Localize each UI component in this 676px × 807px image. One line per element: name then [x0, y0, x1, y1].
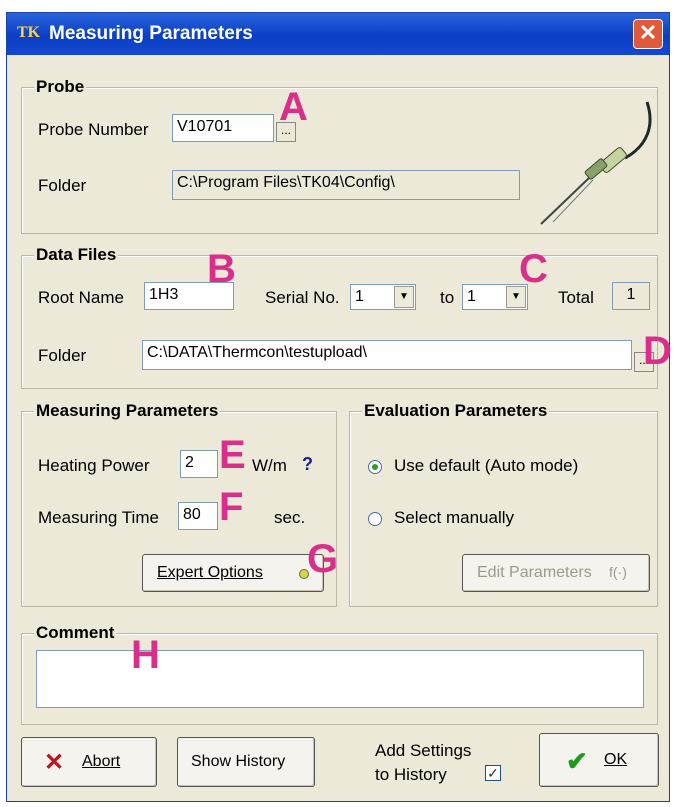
annotation-a: A [279, 85, 308, 129]
close-button[interactable]: ✕ [633, 19, 663, 49]
measuring-time-unit: sec. [274, 508, 306, 527]
annotation-b: B [207, 247, 236, 291]
root-name-label: Root Name [38, 288, 124, 307]
ok-button[interactable]: ✔ OK [539, 733, 659, 787]
annotation-e: E [219, 433, 246, 477]
show-history-label: Show History [191, 753, 286, 770]
probe-folder-label: Folder [38, 176, 87, 195]
data-folder-label: Folder [38, 346, 87, 365]
measuring-time-input[interactable]: 80 [178, 502, 218, 530]
measuring-parameters-group: Measuring Parameters Heating Power 2 W/m… [21, 401, 337, 607]
manual-mode-radio[interactable] [368, 512, 382, 526]
window-title: Measuring Parameters [49, 23, 253, 44]
help-icon[interactable]: ? [302, 454, 313, 475]
annotation-c: C [519, 247, 548, 291]
evaluation-parameters-title: Evaluation Parameters [362, 401, 550, 421]
manual-mode-label[interactable]: Select manually [394, 508, 514, 528]
data-folder-input[interactable]: C:\DATA\Thermcon\testupload\ [142, 340, 632, 370]
abort-label: Abort [82, 753, 121, 770]
annotation-g: G [307, 537, 339, 581]
ok-label: OK [604, 751, 628, 768]
auto-mode-radio[interactable] [368, 460, 382, 474]
to-label: to [440, 288, 455, 307]
total-label: Total [558, 288, 594, 307]
annotation-f: F [219, 485, 244, 529]
probe-group-title: Probe [34, 77, 87, 97]
heating-power-label: Heating Power [38, 456, 150, 475]
serial-no-label: Serial No. [265, 288, 340, 307]
data-files-group-title: Data Files [34, 245, 119, 265]
abort-button[interactable]: ✕ Abort [21, 737, 157, 787]
comment-title: Comment [34, 623, 117, 643]
probe-number-input[interactable]: V10701 [172, 114, 274, 142]
heating-power-unit: W/m [252, 456, 287, 475]
heating-power-input[interactable]: 2 [180, 450, 218, 478]
add-settings-checkbox[interactable]: ✓ [485, 765, 501, 781]
add-settings-label-line1: Add Settings [375, 741, 472, 760]
annotation-h: H [131, 633, 160, 677]
dropdown-arrow-icon[interactable]: ▼ [394, 286, 414, 308]
function-icon: f(·) [609, 564, 627, 580]
expert-options-button[interactable]: Expert Options [142, 554, 324, 592]
measuring-parameters-title: Measuring Parameters [34, 401, 221, 421]
checkmark-icon: ✔ [566, 746, 588, 776]
add-settings-label-line2: to History [375, 765, 447, 784]
data-files-group: Data Files Root Name 1H3 Serial No. 1 ▼ … [21, 245, 658, 389]
probe-sensor-icon [540, 101, 652, 225]
auto-mode-label[interactable]: Use default (Auto mode) [394, 456, 578, 476]
title-bar[interactable]: TK Measuring Parameters ✕ [7, 13, 669, 55]
comment-textarea[interactable] [36, 650, 644, 708]
close-icon: ✕ [638, 20, 658, 45]
measuring-time-label: Measuring Time [38, 508, 159, 527]
probe-group: Probe Probe Number V10701 ... Folder C:\… [21, 77, 658, 234]
serial-from-value: 1 [355, 288, 364, 305]
probe-folder-field: C:\Program Files\TK04\Config\ [172, 170, 520, 200]
annotation-d: D [643, 329, 672, 373]
expert-options-label: Expert Options [157, 564, 263, 581]
measuring-parameters-dialog: TK Measuring Parameters ✕ Probe Probe Nu… [6, 12, 672, 802]
show-history-button[interactable]: Show History [177, 737, 315, 787]
app-icon: TK [17, 24, 41, 41]
abort-x-icon: ✕ [44, 749, 65, 776]
evaluation-parameters-group: Evaluation Parameters Use default (Auto … [349, 401, 658, 607]
edit-parameters-button[interactable]: Edit Parameters f(·) [462, 554, 650, 592]
probe-number-label: Probe Number [38, 120, 149, 139]
total-value-field: 1 [612, 282, 650, 310]
comment-group: Comment [21, 623, 658, 725]
serial-from-select[interactable]: 1 ▼ [350, 284, 416, 310]
serial-to-value: 1 [467, 288, 476, 305]
edit-parameters-label: Edit Parameters [477, 564, 592, 581]
